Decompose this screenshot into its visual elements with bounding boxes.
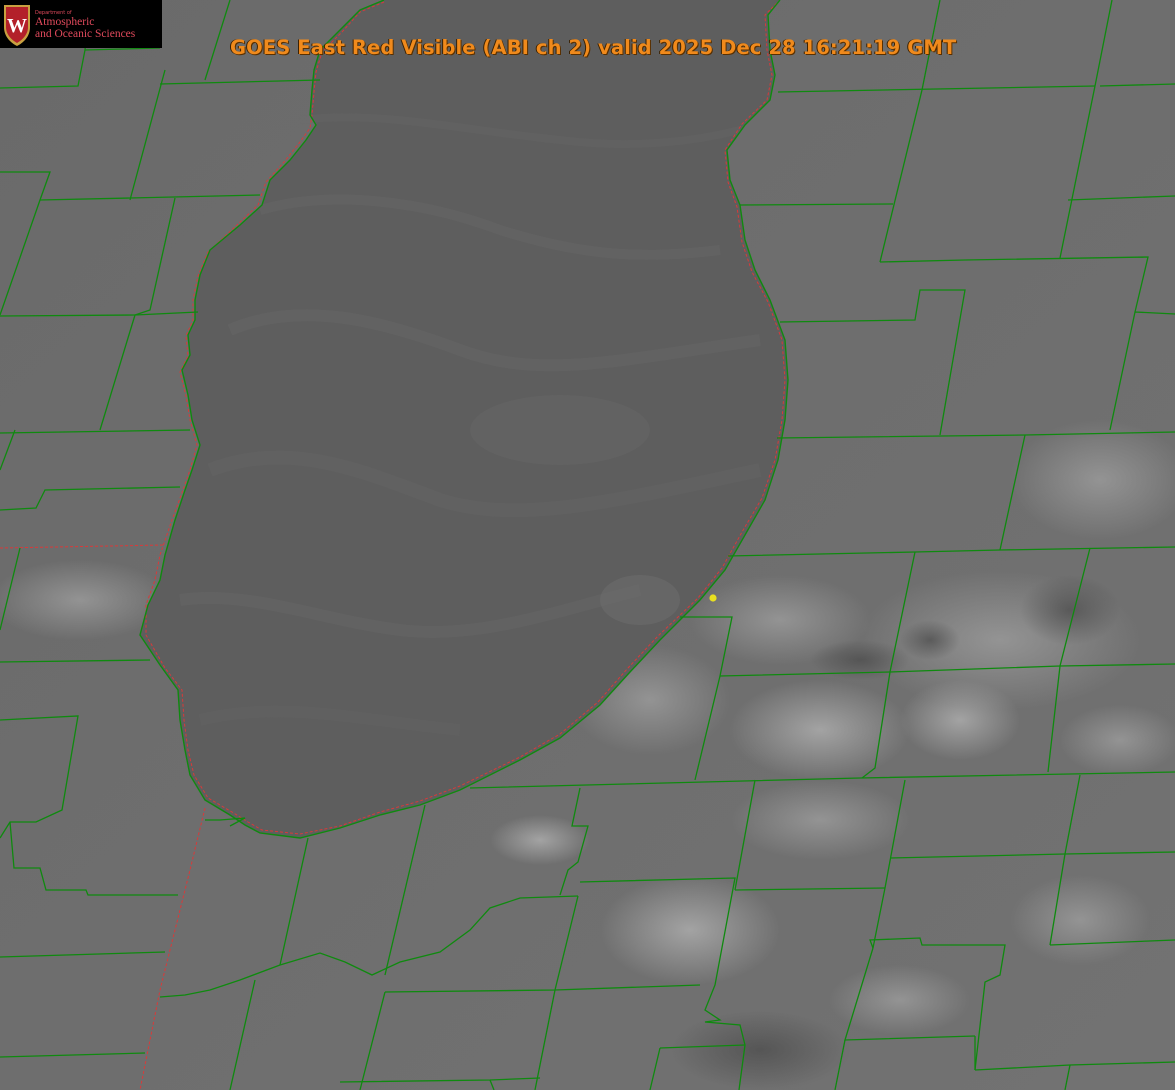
logo-line-2: and Oceanic Sciences <box>35 28 136 40</box>
location-marker <box>709 594 717 602</box>
satellite-map <box>0 0 1175 1090</box>
logo-line-1: Atmospheric <box>35 16 95 28</box>
uw-aos-logo: W Department of Atmospheric and Oceanic … <box>0 0 162 48</box>
image-title: GOES East Red Visible (ABI ch 2) valid 2… <box>230 36 957 59</box>
university-crest-icon: W <box>4 5 30 46</box>
crest-letter: W <box>7 15 27 37</box>
satellite-image-viewer: W Department of Atmospheric and Oceanic … <box>0 0 1175 1090</box>
